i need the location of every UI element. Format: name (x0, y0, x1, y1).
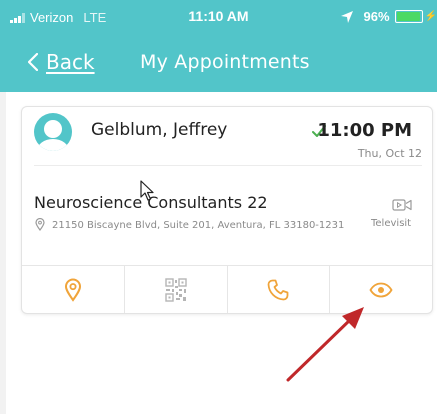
mouse-cursor-icon (140, 180, 154, 201)
directions-button[interactable] (22, 266, 125, 313)
status-right: 96% ⚡ (340, 9, 437, 24)
qr-code-icon (164, 277, 187, 302)
charging-bolt-icon: ⚡ (424, 11, 437, 22)
status-bar: Verizon LTE 11:10 AM 96% ⚡ (0, 0, 437, 36)
appointment-time: 11:00 PM (317, 120, 412, 141)
chevron-left-icon (28, 53, 38, 71)
appointment-date: Thu, Oct 12 (357, 147, 422, 160)
eye-icon (369, 282, 393, 297)
battery-fill (396, 12, 420, 21)
back-button[interactable]: Back (28, 50, 95, 74)
visit-type: Televisit (371, 218, 412, 229)
location-pin-icon (35, 218, 45, 231)
page-title: My Appointments (140, 51, 310, 73)
qr-code-button[interactable] (125, 266, 228, 313)
screen-edge (0, 92, 6, 414)
map-pin-icon (64, 278, 81, 302)
location-arrow-icon (340, 10, 353, 23)
back-label: Back (46, 50, 95, 74)
annotation-arrow (286, 307, 364, 382)
video-camera-icon (392, 199, 412, 211)
battery-icon (394, 10, 423, 23)
divider (34, 165, 422, 166)
nav-bar: Back My Appointments (0, 36, 437, 92)
provider-name: Gelblum, Jeffrey (91, 120, 228, 140)
battery-percent: 96% (363, 9, 390, 24)
appointment-card[interactable]: Gelblum, Jeffrey 11:00 PM Thu, Oct 12 Ne… (21, 106, 433, 314)
facility-address: 21150 Biscayne Blvd, Suite 201, Aventura… (52, 220, 345, 231)
phone-icon (267, 279, 289, 300)
avatar (34, 113, 72, 151)
